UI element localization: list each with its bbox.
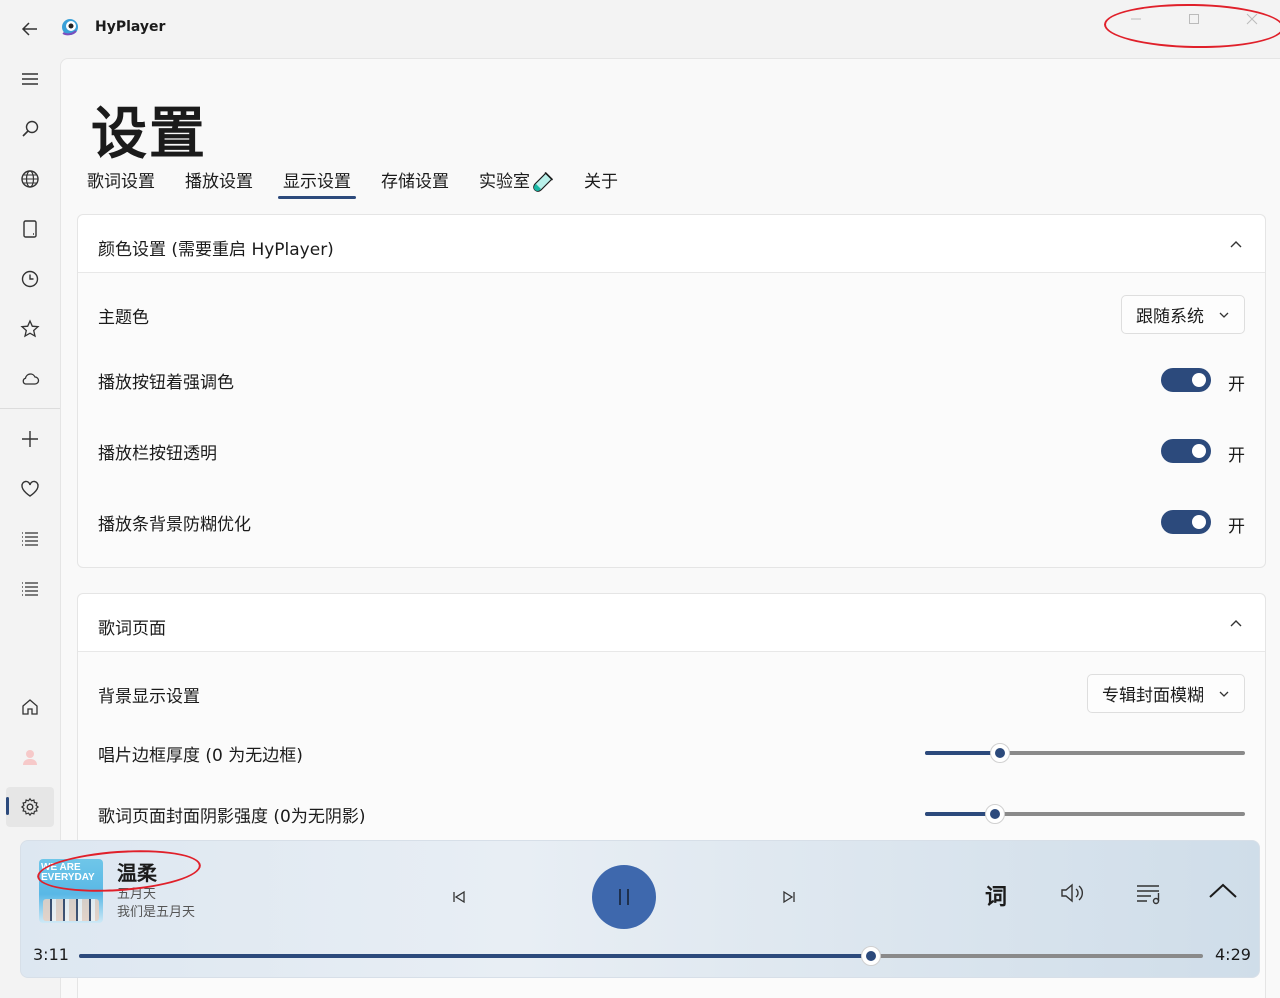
slider-thumb[interactable] (990, 743, 1011, 763)
nav-local[interactable] (6, 209, 54, 249)
toggle-state-blur-optimize: 开 (1228, 517, 1245, 537)
toggle-blur-optimize[interactable] (1161, 510, 1211, 534)
annotation-circle-song (35, 845, 203, 897)
user-icon (23, 750, 37, 765)
pause-button[interactable] (592, 865, 656, 929)
nav-search[interactable] (6, 109, 54, 149)
cover-shadow-label: 歌词页面封面阴影强度 (0为无阴影) (98, 807, 366, 827)
page-title: 设置 (91, 102, 207, 167)
color-settings-card: 颜色设置 (需要重启 HyPlayer) 主题色 跟随系统 播放按钮着强调色 开… (77, 214, 1266, 568)
volume-button[interactable] (1057, 879, 1089, 907)
toggle-state-transparent-buttons: 开 (1228, 446, 1245, 466)
chevron-down-icon (1219, 312, 1229, 318)
nav-liked[interactable] (6, 469, 54, 509)
lyric-page-title: 歌词页面 (98, 619, 166, 639)
background-display-dropdown[interactable]: 专辑封面模糊 (1087, 674, 1245, 713)
pause-icon (619, 889, 629, 905)
home-icon (22, 699, 38, 715)
progress-fill (79, 954, 872, 958)
tab-about[interactable]: 关于 (584, 167, 618, 199)
nav-favorites[interactable] (6, 309, 54, 349)
nav-discover[interactable] (6, 159, 54, 199)
nav-home[interactable] (6, 687, 54, 727)
toggle-accent-play[interactable] (1161, 368, 1211, 392)
previous-icon (453, 890, 465, 904)
clock-icon (21, 270, 39, 288)
menu-icon (22, 73, 38, 85)
nav-history[interactable] (6, 259, 54, 299)
background-display-label: 背景显示设置 (98, 687, 200, 707)
app-logo-icon (60, 17, 80, 37)
chevron-down-icon (1219, 691, 1229, 697)
globe-icon (21, 170, 39, 188)
arrow-left-icon (21, 22, 37, 36)
playlist-icon (1137, 885, 1160, 905)
color-settings-title: 颜色设置 (需要重启 HyPlayer) (98, 240, 334, 260)
lyrics-button[interactable]: 词 (985, 879, 1007, 911)
list-icon (22, 532, 38, 546)
nav-playlist-2[interactable] (6, 569, 54, 609)
nav-menu[interactable] (6, 59, 54, 99)
playlist-queue-button[interactable] (1133, 879, 1165, 907)
back-button[interactable] (14, 14, 46, 44)
slider-fill (925, 751, 1001, 755)
tab-playback[interactable]: 播放设置 (185, 167, 253, 199)
toggle-label-accent-play: 播放按钮着强调色 (98, 373, 234, 393)
tab-display[interactable]: 显示设置 (278, 167, 356, 199)
nav-cloud[interactable] (6, 359, 54, 399)
playback-progress-slider[interactable] (79, 946, 1203, 966)
nav-active-indicator (6, 797, 9, 815)
current-time: 3:11 (33, 945, 69, 964)
star-icon (20, 319, 40, 338)
song-album[interactable]: 我们是五月天 (117, 901, 195, 920)
flask-icon (533, 172, 553, 192)
chevron-up-icon (1230, 241, 1242, 248)
progress-thumb[interactable] (861, 946, 882, 966)
list-icon (22, 582, 38, 596)
nav-settings[interactable] (6, 787, 54, 827)
expand-player-button[interactable] (1207, 877, 1239, 905)
tab-lab-label: 实验室 (479, 172, 530, 192)
color-settings-header[interactable]: 颜色设置 (需要重启 HyPlayer) (78, 215, 1265, 273)
next-icon (783, 890, 795, 904)
next-button[interactable] (775, 885, 803, 909)
disc-border-label: 唱片边框厚度 (0 为无边框) (98, 746, 303, 766)
toggle-label-transparent-buttons: 播放栏按钮透明 (98, 444, 217, 464)
total-time: 4:29 (1215, 945, 1251, 964)
previous-button[interactable] (445, 885, 473, 909)
tab-storage[interactable]: 存储设置 (381, 167, 449, 199)
slider-thumb[interactable] (985, 804, 1006, 824)
gear-icon (20, 797, 40, 817)
toggle-transparent-buttons[interactable] (1161, 439, 1211, 463)
search-icon (22, 120, 39, 137)
app-title: HyPlayer (95, 19, 166, 35)
player-bar: WE ARE EVERYDAY 温柔 五月天 我们是五月天 词 3:11 4:2… (20, 840, 1260, 978)
annotation-circle-window-controls (1103, 2, 1280, 50)
cloud-icon (22, 373, 40, 385)
nav-playlist-1[interactable] (6, 519, 54, 559)
settings-tabs: 歌词设置 播放设置 显示设置 存储设置 实验室 关于 (87, 167, 648, 199)
theme-color-label: 主题色 (98, 308, 149, 328)
toggle-label-blur-optimize: 播放条背景防糊优化 (98, 515, 251, 535)
tab-lab[interactable]: 实验室 (479, 167, 554, 199)
tablet-icon (23, 220, 37, 238)
lyric-page-header[interactable]: 歌词页面 (78, 594, 1265, 652)
disc-border-slider[interactable] (925, 743, 1245, 763)
cover-shadow-slider[interactable] (925, 804, 1245, 824)
theme-color-dropdown[interactable]: 跟随系统 (1121, 295, 1245, 334)
nav-separator (0, 408, 60, 409)
chevron-up-icon (1230, 620, 1242, 627)
nav-create-playlist[interactable] (6, 419, 54, 459)
plus-icon (22, 431, 38, 447)
nav-account[interactable] (6, 737, 54, 777)
volume-icon (1061, 883, 1083, 903)
album-art-people (43, 899, 99, 921)
tab-lyrics[interactable]: 歌词设置 (87, 167, 155, 199)
heart-icon (21, 480, 39, 497)
toggle-state-accent-play: 开 (1228, 375, 1245, 395)
chevron-up-icon (1209, 883, 1237, 898)
theme-color-value: 跟随系统 (1136, 307, 1204, 327)
title-bar: HyPlayer (0, 0, 1280, 58)
background-display-value: 专辑封面模糊 (1102, 686, 1204, 706)
